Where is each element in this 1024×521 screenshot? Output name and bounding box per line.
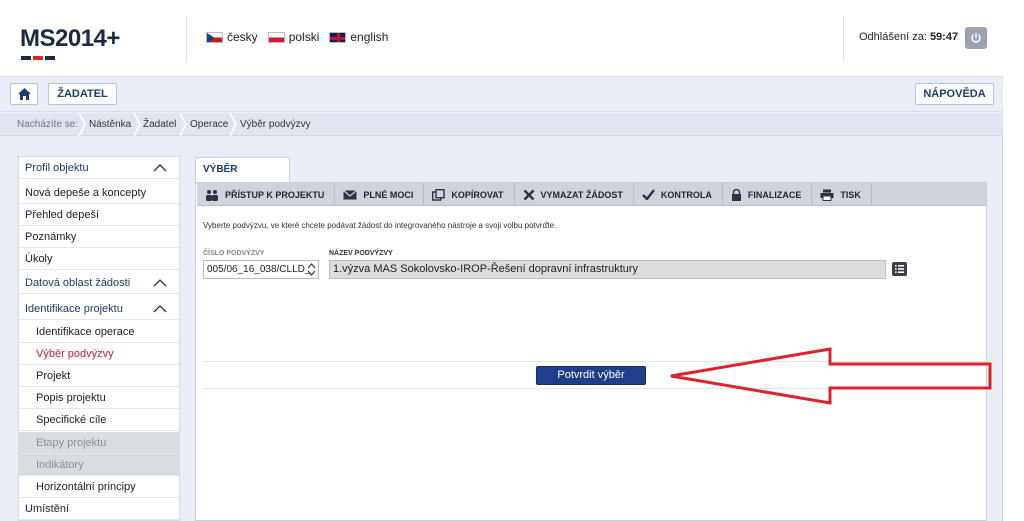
logo-stripes (21, 51, 57, 60)
sidebar-item-specificke-cile[interactable]: Specifické cíle (19, 409, 179, 431)
chevron-up-icon (153, 279, 167, 287)
chevron-right-icon (179, 113, 187, 136)
users-icon (206, 189, 218, 201)
copy-button[interactable]: KOPÍROVAT (424, 183, 515, 206)
page-edge (1003, 0, 1024, 521)
breadcrumb-item-current: Výběr podvýzvy (240, 119, 311, 130)
subcall-number-select[interactable]: 005/06_16_038/CLLD_ (203, 260, 319, 279)
finalize-button[interactable]: FINALIZACE (723, 183, 813, 206)
app-logo[interactable]: MS2014+ (20, 25, 120, 53)
logout-timer: 59:47 (929, 31, 959, 43)
delete-icon (523, 189, 534, 200)
header-divider (186, 16, 187, 62)
breadcrumb-item-zadatel[interactable]: Žadatel (143, 119, 176, 130)
chevron-right-icon (133, 113, 141, 136)
print-button[interactable]: TISK (812, 183, 872, 206)
czech-flag-icon (206, 31, 223, 43)
power-icon[interactable] (965, 27, 987, 49)
chevron-right-icon (78, 113, 86, 136)
sidebar-item-projekt[interactable]: Projekt (19, 365, 179, 387)
sidebar-item-popis-projektu[interactable]: Popis projektu (19, 387, 179, 409)
check-icon (642, 189, 655, 200)
delete-application-button[interactable]: VYMAZAT ŽÁDOST (515, 183, 634, 206)
sidebar-item-prehled-depesi[interactable]: Přehled depeší (19, 204, 179, 226)
header-divider-right (843, 16, 844, 62)
home-icon (18, 88, 31, 100)
breadcrumb: Nacházíte se: Nástěnka Žadatel Operace V… (0, 113, 1003, 136)
instruction-text: Vyberte podvýzvu, ve které chcete podáva… (203, 221, 557, 230)
list-icon (895, 265, 904, 273)
field-name-label: NÁZEV PODVÝZVY (329, 250, 393, 257)
sidebar-item-poznamky[interactable]: Poznámky (19, 226, 179, 248)
breadcrumb-item-nastenka[interactable]: Nástěnka (89, 119, 131, 130)
access-project-button[interactable]: PŘÍSTUP K PROJEKTU (197, 183, 336, 206)
tab-vyber-podvyzvy[interactable]: VÝBĚR PODVÝZVY (195, 157, 290, 199)
envelope-icon (343, 189, 358, 199)
breadcrumb-item-operace[interactable]: Operace (190, 119, 228, 130)
sidebar-item-datova-oblast[interactable]: Datová oblast žádosti (19, 272, 179, 294)
sidebar-item-identifikace-projektu[interactable]: Identifikace projektu (19, 298, 179, 320)
action-toolbar: PŘÍSTUP K PROJEKTU PLNÉ MOCI KOPÍROVAT V… (197, 183, 986, 206)
list-picker-button[interactable] (892, 262, 907, 276)
lock-icon (731, 188, 741, 201)
chevron-right-icon (229, 113, 237, 136)
lang-czech[interactable]: česky (206, 30, 258, 44)
language-switcher: česky polski english (206, 30, 388, 44)
chevron-up-icon (153, 305, 167, 313)
sidebar-item-horizontalni-principy[interactable]: Horizontální principy (19, 476, 179, 498)
copy-icon (432, 188, 446, 201)
sidebar-item-nova-depese[interactable]: Nová depeše a koncepty (19, 182, 179, 204)
sidebar: Profil objektu Nová depeše a koncepty Př… (18, 156, 180, 521)
nav-bar: ŽADATEL NÁPOVĚDA (0, 78, 1003, 112)
lang-polish[interactable]: polski (267, 30, 319, 44)
print-icon (820, 189, 834, 201)
zadatel-button[interactable]: ŽADATEL (48, 83, 117, 105)
spinner-arrows-icon[interactable] (307, 262, 316, 277)
sidebar-item-identifikace-operace[interactable]: Identifikace operace (19, 321, 179, 343)
field-number-label: ČÍSLO PODVÝZVY (203, 250, 265, 257)
sidebar-item-ukoly[interactable]: Úkoly (19, 248, 179, 270)
help-button[interactable]: NÁPOVĚDA (915, 83, 994, 105)
sidebar-item-indikatory: Indikátory (19, 454, 179, 476)
subcall-name-field: 1.výzva MAS Sokolovsko-IROP-Řešení dopra… (329, 260, 886, 279)
confirm-selection-button[interactable]: Potvrdit výběr (536, 366, 646, 385)
chevron-up-icon (153, 164, 167, 172)
annotation-arrow-icon (670, 347, 992, 405)
top-bar: MS2014+ česky polski english Odhlášení z… (0, 0, 1003, 77)
breadcrumb-prefix: Nacházíte se: (17, 119, 79, 130)
sidebar-item-umisteni[interactable]: Umístění (19, 498, 179, 520)
power-of-attorney-button[interactable]: PLNÉ MOCI (335, 183, 425, 206)
home-button[interactable] (10, 83, 38, 105)
sidebar-item-profil-objektu[interactable]: Profil objektu (19, 157, 179, 179)
check-button[interactable]: KONTROLA (634, 183, 723, 206)
uk-flag-icon (329, 31, 347, 43)
sidebar-item-vyber-podvyzvy[interactable]: Výběr podvýzvy (19, 343, 179, 365)
sidebar-item-etapy-projektu: Etapy projektu (19, 432, 179, 454)
lang-english[interactable]: english (329, 30, 388, 44)
polish-flag-icon (267, 31, 285, 43)
logout-countdown: Odhlášení za: 59:47 (859, 31, 959, 43)
